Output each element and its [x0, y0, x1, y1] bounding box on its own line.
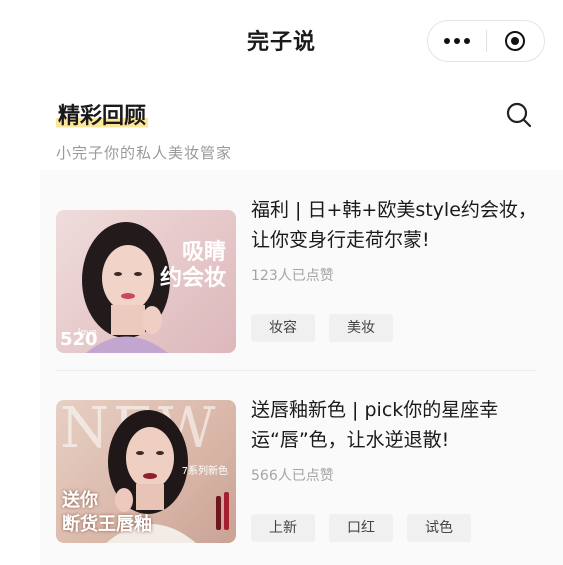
article-thumbnail: 吸睛 约会妆 520 love	[56, 210, 236, 353]
thumbnail-caption-line1: 吸睛	[181, 240, 226, 265]
close-button[interactable]	[487, 21, 545, 61]
article-card[interactable]: NEW 7系列新色 送你 断货王唇釉 送唇釉新色 | pick你的星座幸运“唇”…	[56, 395, 536, 545]
divider	[56, 370, 536, 371]
tag[interactable]: 口红	[329, 514, 393, 542]
section-subtitle: 小完子你的私人美妆管家	[56, 144, 233, 162]
target-close-icon	[505, 31, 526, 51]
thumbnail-caption-line2: 断货王唇釉	[62, 514, 152, 535]
like-count: 566人已点赞	[251, 468, 334, 484]
more-button[interactable]	[428, 21, 486, 61]
search-icon	[506, 102, 532, 128]
article-thumbnail: NEW 7系列新色 送你 断货王唇釉	[56, 400, 236, 543]
section-title: 精彩回顾	[56, 98, 149, 130]
article-card[interactable]: 吸睛 约会妆 520 love 福利 | 日+韩+欧美style约会妆，让你变身…	[56, 195, 537, 353]
tag[interactable]: 上新	[251, 514, 315, 542]
thumbnail-small-caption: 7系列新色	[181, 466, 228, 477]
tag[interactable]: 妆容	[251, 314, 315, 342]
thumbnail-caption-line1: 送你	[62, 490, 98, 511]
mini-program-capsule	[427, 20, 545, 62]
more-dots-icon	[443, 38, 470, 44]
article-title[interactable]: 送唇釉新色 | pick你的星座幸运“唇”色，让水逆退散!	[251, 395, 541, 455]
article-title[interactable]: 福利 | 日+韩+欧美style约会妆，让你变身行走荷尔蒙!	[251, 195, 541, 255]
thumbnail-badge-word: love	[77, 328, 97, 338]
search-button[interactable]	[504, 100, 534, 130]
like-count: 123人已点赞	[251, 268, 334, 284]
thumbnail-caption-line2: 约会妆	[159, 266, 226, 291]
tag[interactable]: 美妆	[329, 314, 393, 342]
tag[interactable]: 试色	[407, 514, 471, 542]
tag-list: 妆容 美妆	[251, 314, 393, 342]
tag-list: 上新 口红 试色	[251, 514, 471, 542]
